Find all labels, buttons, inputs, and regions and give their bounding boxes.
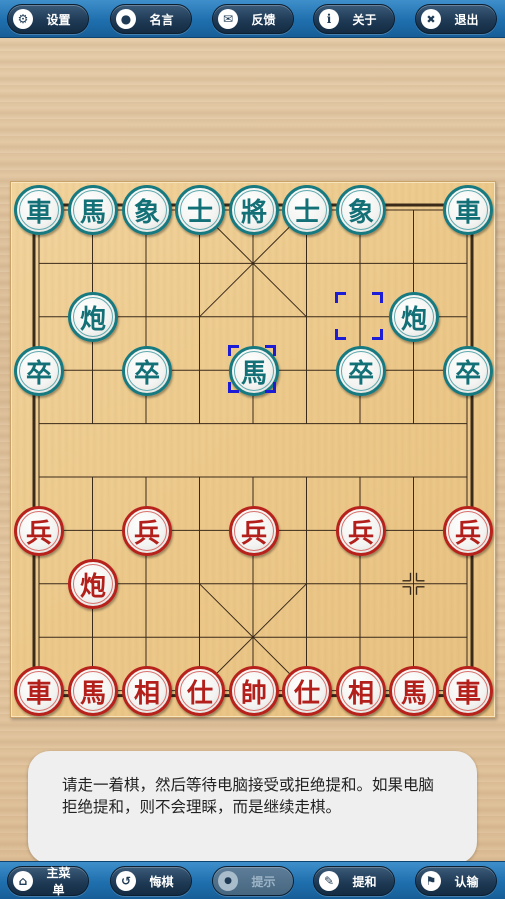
about-label: 关于 bbox=[352, 12, 377, 27]
red-chariot[interactable]: 車 bbox=[443, 666, 493, 716]
red-elephant[interactable]: 相 bbox=[336, 666, 386, 716]
about-button[interactable]: i 关于 bbox=[313, 4, 395, 34]
resign-label: 认输 bbox=[454, 874, 479, 889]
black-cannon[interactable]: 炮 bbox=[68, 292, 118, 342]
red-elephant[interactable]: 相 bbox=[122, 666, 172, 716]
main-menu-label: 主菜单 bbox=[46, 866, 71, 897]
hint-button[interactable]: ● 提示 bbox=[212, 866, 294, 896]
red-cannon[interactable]: 炮 bbox=[68, 559, 118, 609]
undo-button[interactable]: ↺ 悔棋 bbox=[110, 866, 192, 896]
speech-bubble-icon: ● bbox=[116, 9, 136, 29]
red-soldier[interactable]: 兵 bbox=[122, 506, 172, 556]
black-soldier[interactable]: 卒 bbox=[122, 346, 172, 396]
black-chariot[interactable]: 車 bbox=[14, 185, 64, 235]
red-horse[interactable]: 馬 bbox=[68, 666, 118, 716]
gear-icon: ⚙ bbox=[13, 9, 33, 29]
red-advisor[interactable]: 仕 bbox=[175, 666, 225, 716]
exit-label: 退出 bbox=[454, 12, 479, 27]
xiangqi-board[interactable]: 車 馬 象 士 將 士 象 車 炮 炮 卒 卒 馬 卒 卒 兵 兵 兵 兵 兵 … bbox=[10, 181, 496, 718]
offer-draw-button[interactable]: ✎ 提和 bbox=[313, 866, 395, 896]
quote-label: 名言 bbox=[149, 12, 174, 27]
red-horse[interactable]: 馬 bbox=[389, 666, 439, 716]
exit-button[interactable]: ✖ 退出 bbox=[415, 4, 497, 34]
red-soldier[interactable]: 兵 bbox=[229, 506, 279, 556]
undo-label: 悔棋 bbox=[149, 874, 174, 889]
selection-marker-moved-piece bbox=[228, 345, 276, 393]
black-soldier[interactable]: 卒 bbox=[336, 346, 386, 396]
info-icon: i bbox=[319, 9, 339, 29]
message-panel: 请走一着棋，然后等待电脑接受或拒绝提和。如果电脑拒绝提和，则不会理睬，而是继续走… bbox=[28, 751, 477, 864]
quote-button[interactable]: ● 名言 bbox=[110, 4, 192, 34]
black-advisor[interactable]: 士 bbox=[175, 185, 225, 235]
flag-icon: ⚑ bbox=[421, 871, 441, 891]
red-general[interactable]: 帥 bbox=[229, 666, 279, 716]
settings-label: 设置 bbox=[46, 12, 71, 27]
hint-label: 提示 bbox=[251, 874, 276, 889]
black-cannon[interactable]: 炮 bbox=[389, 292, 439, 342]
black-soldier[interactable]: 卒 bbox=[14, 346, 64, 396]
red-advisor[interactable]: 仕 bbox=[282, 666, 332, 716]
red-soldier[interactable]: 兵 bbox=[14, 506, 64, 556]
red-soldier[interactable]: 兵 bbox=[443, 506, 493, 556]
offer-draw-label: 提和 bbox=[352, 874, 377, 889]
resign-button[interactable]: ⚑ 认输 bbox=[415, 866, 497, 896]
black-elephant[interactable]: 象 bbox=[336, 185, 386, 235]
black-elephant[interactable]: 象 bbox=[122, 185, 172, 235]
black-general[interactable]: 將 bbox=[229, 185, 279, 235]
feedback-button[interactable]: ✉ 反馈 bbox=[212, 4, 294, 34]
bottom-toolbar: ⌂ 主菜单 ↺ 悔棋 ● 提示 ✎ 提和 ⚑ 认输 bbox=[0, 861, 505, 899]
red-chariot[interactable]: 車 bbox=[14, 666, 64, 716]
undo-icon: ↺ bbox=[116, 871, 136, 891]
black-advisor[interactable]: 士 bbox=[282, 185, 332, 235]
selection-marker-empty bbox=[335, 292, 383, 340]
red-soldier[interactable]: 兵 bbox=[336, 506, 386, 556]
message-text: 请走一着棋，然后等待电脑接受或拒绝提和。如果电脑拒绝提和，则不会理睬，而是继续走… bbox=[62, 776, 435, 816]
black-horse[interactable]: 馬 bbox=[68, 185, 118, 235]
feedback-label: 反馈 bbox=[251, 12, 276, 27]
settings-button[interactable]: ⚙ 设置 bbox=[7, 4, 89, 34]
envelope-icon: ✉ bbox=[218, 9, 238, 29]
board-grid bbox=[32, 203, 474, 698]
top-toolbar: ⚙ 设置 ● 名言 ✉ 反馈 i 关于 ✖ 退出 bbox=[0, 0, 505, 38]
lightbulb-icon: ● bbox=[218, 871, 238, 891]
black-soldier[interactable]: 卒 bbox=[443, 346, 493, 396]
black-chariot[interactable]: 車 bbox=[443, 185, 493, 235]
home-icon: ⌂ bbox=[13, 871, 33, 891]
main-menu-button[interactable]: ⌂ 主菜单 bbox=[7, 866, 89, 897]
pen-icon: ✎ bbox=[319, 871, 339, 891]
close-icon: ✖ bbox=[421, 9, 441, 29]
